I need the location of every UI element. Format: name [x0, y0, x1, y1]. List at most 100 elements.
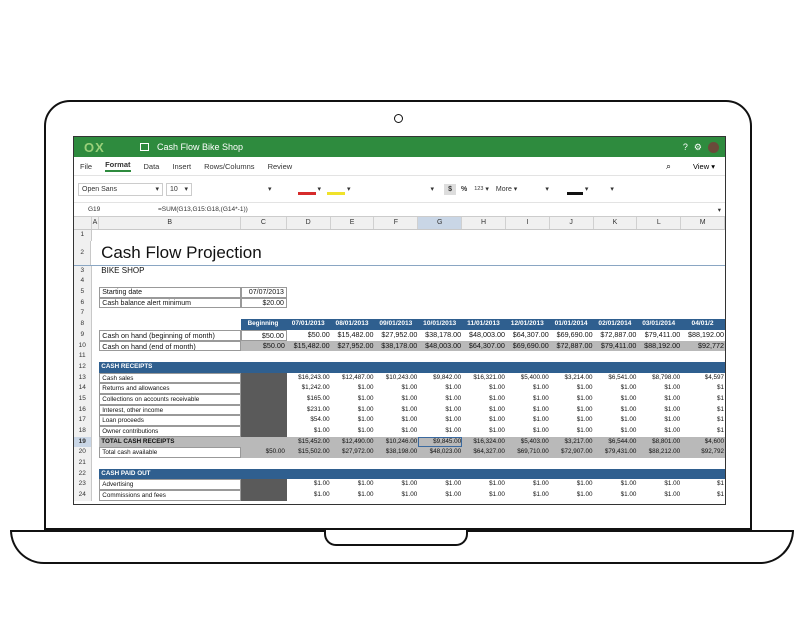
cell-value[interactable]: [506, 308, 550, 319]
cell-value[interactable]: $10,246.00: [374, 436, 419, 448]
cell[interactable]: [92, 373, 100, 384]
cell-value[interactable]: [462, 458, 506, 469]
row-header[interactable]: 6: [74, 297, 92, 309]
cell-label[interactable]: TOTAL CASH RECEIPTS: [99, 436, 242, 448]
cell-value[interactable]: [287, 308, 331, 319]
cell-value[interactable]: $1.00: [374, 405, 418, 416]
cell-value[interactable]: [334, 241, 377, 265]
cell-value[interactable]: [462, 298, 506, 309]
cell[interactable]: [91, 241, 99, 265]
cell-value[interactable]: $1.00: [550, 415, 594, 426]
cell[interactable]: [92, 230, 100, 241]
cell-value[interactable]: [241, 436, 287, 448]
cell-value[interactable]: $1.00: [506, 383, 550, 394]
cell-value[interactable]: $1.00: [287, 490, 331, 501]
cell-value[interactable]: $1: [681, 490, 725, 501]
border-color-icon[interactable]: [566, 191, 583, 195]
cell-value[interactable]: $165.00: [287, 394, 331, 405]
cell-value[interactable]: [418, 468, 463, 480]
cell[interactable]: [92, 469, 100, 480]
cell-value[interactable]: [550, 276, 594, 287]
border-color-dropdown[interactable]: ▾: [585, 185, 589, 193]
cell-value[interactable]: $1.00: [462, 394, 506, 405]
cell-value[interactable]: $92,792: [681, 447, 725, 459]
cell-value[interactable]: [681, 468, 725, 480]
cell-value[interactable]: [550, 351, 594, 362]
cell[interactable]: [92, 341, 100, 352]
cell-value[interactable]: [637, 287, 681, 298]
cell-value[interactable]: $1.00: [462, 415, 506, 426]
cell-value[interactable]: $1.00: [374, 479, 418, 490]
cell-value[interactable]: [241, 393, 287, 405]
cell-value[interactable]: [418, 361, 463, 373]
cell-value[interactable]: $1.00: [331, 490, 375, 501]
select-all-corner[interactable]: [74, 217, 92, 229]
cell-value[interactable]: [290, 241, 333, 265]
cell[interactable]: [92, 415, 100, 426]
cell-value[interactable]: [374, 276, 418, 287]
cell-value[interactable]: [681, 230, 725, 241]
cell-value[interactable]: $20.00: [241, 297, 287, 309]
cell-value[interactable]: $1.00: [594, 405, 638, 416]
row-header[interactable]: 20: [74, 447, 92, 459]
cell-value[interactable]: [681, 266, 725, 277]
merge-dropdown[interactable]: ▾: [610, 185, 614, 193]
cell-value[interactable]: [241, 308, 287, 319]
cell-value[interactable]: [681, 287, 725, 298]
cell-value[interactable]: $1.00: [418, 415, 462, 426]
cell-label[interactable]: Cash sales: [99, 372, 242, 384]
cell-value[interactable]: [637, 468, 682, 480]
cell-value[interactable]: $9,842.00: [418, 373, 462, 384]
cell-value[interactable]: $1.00: [418, 405, 462, 416]
cell[interactable]: [92, 362, 100, 373]
column-header-l[interactable]: L: [637, 217, 682, 229]
document-title[interactable]: Cash Flow Bike Shop: [157, 142, 683, 152]
row-header[interactable]: 16: [74, 404, 92, 416]
cell-value[interactable]: [506, 276, 550, 287]
cell-value[interactable]: [594, 351, 638, 362]
cell-value[interactable]: $1.00: [331, 394, 375, 405]
cell-value[interactable]: $1.00: [418, 426, 462, 437]
cell-value[interactable]: [287, 230, 331, 241]
view-menu[interactable]: View ▾: [693, 162, 715, 171]
column-header-k[interactable]: K: [594, 217, 638, 229]
cell-value[interactable]: $79,411.00: [593, 340, 638, 352]
cell[interactable]: [92, 426, 100, 437]
cell-value[interactable]: $38,178.00: [418, 330, 462, 341]
cell-value[interactable]: [637, 276, 681, 287]
cell-value[interactable]: [550, 308, 594, 319]
cell-value[interactable]: $1.00: [418, 383, 462, 394]
cell-value[interactable]: [681, 458, 725, 469]
cell-value[interactable]: 02/01/2014: [593, 319, 638, 330]
cell-value[interactable]: [241, 266, 287, 277]
cell-value[interactable]: [331, 230, 375, 241]
cell-value[interactable]: 11/01/2013: [462, 319, 506, 330]
cell-label[interactable]: Total cash available: [99, 447, 242, 459]
cell[interactable]: [92, 437, 100, 448]
formula-expand-icon[interactable]: ▾: [718, 206, 721, 214]
cell-value[interactable]: $1.00: [550, 394, 594, 405]
percent-button[interactable]: %: [461, 186, 467, 193]
cell-value[interactable]: [462, 230, 506, 241]
cell-value[interactable]: $1.00: [506, 415, 550, 426]
cell-value[interactable]: $12,487.00: [331, 373, 375, 384]
row-header[interactable]: 7: [74, 308, 92, 320]
cell-value[interactable]: $8,798.00: [637, 373, 681, 384]
cell-label[interactable]: CASH RECEIPTS: [99, 361, 242, 373]
cell-value[interactable]: $1.00: [331, 479, 375, 490]
cell-value[interactable]: $1.00: [550, 490, 594, 501]
cell-value[interactable]: $50.00: [241, 329, 287, 341]
fill-color-dropdown[interactable]: ▾: [347, 185, 351, 193]
cell-value[interactable]: [331, 287, 375, 298]
cell-value[interactable]: $27,952.00: [330, 340, 375, 352]
row-header[interactable]: 13: [74, 372, 92, 384]
cell-value[interactable]: [331, 458, 375, 469]
cell-value[interactable]: [593, 361, 638, 373]
cell-value[interactable]: [241, 426, 287, 437]
cell-value[interactable]: 03/01/2014: [637, 319, 682, 330]
cell-value[interactable]: [506, 298, 550, 309]
cell-value[interactable]: [245, 241, 290, 265]
cell-value[interactable]: $64,307.00: [506, 330, 550, 341]
cell-label[interactable]: BIKE SHOP: [99, 266, 241, 277]
cell-label[interactable]: Collections on accounts receivable: [99, 393, 242, 405]
